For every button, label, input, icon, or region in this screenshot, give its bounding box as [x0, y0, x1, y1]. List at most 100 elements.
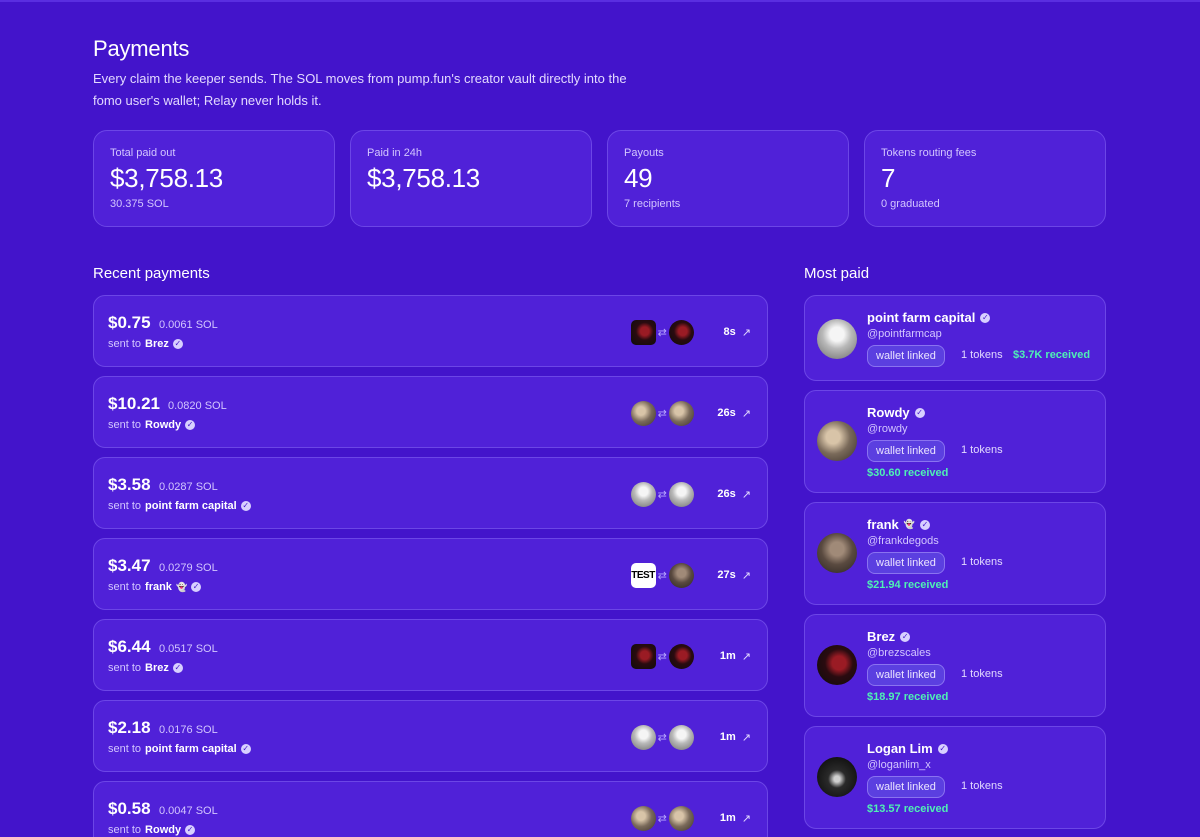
payment-sol: 0.0279 SOL	[159, 562, 218, 574]
payment-row[interactable]: $10.21 0.0820 SOL sent to Rowdy ✓ ⇄ 26s ↗	[93, 376, 768, 448]
user-tokens: 1 tokens	[961, 444, 1003, 456]
verified-check-icon: ✓	[172, 663, 183, 673]
avatar	[630, 319, 656, 345]
payment-row[interactable]: $3.47 0.0279 SOL sent to frank 👻 ✓ TEST ⇄ 27s ↗	[93, 538, 768, 610]
verified-check-icon: ✓	[172, 339, 183, 349]
payment-amount: $3.47	[108, 556, 151, 575]
wallet-linked-badge: wallet linked	[867, 776, 945, 798]
user-name: point farm capital ✓	[867, 310, 991, 325]
verified-check-icon: ✓	[900, 631, 911, 642]
verified-check-icon: ✓	[920, 519, 931, 530]
payment-sol: 0.0061 SOL	[159, 319, 218, 331]
user-handle: @rowdy	[867, 423, 908, 435]
user-received: $21.94 received	[867, 579, 949, 591]
recipient-name[interactable]: point farm capital	[145, 743, 237, 755]
verified-check-icon: ✓	[914, 407, 925, 418]
external-link-arrow-icon[interactable]: ↗	[742, 650, 751, 663]
user-tokens: 1 tokens	[961, 780, 1003, 792]
payment-row[interactable]: $3.58 0.0287 SOL sent to point farm capital…	[93, 457, 768, 529]
avatar	[668, 481, 694, 507]
payment-recipient: sent to frank 👻 ✓	[108, 581, 202, 593]
external-link-arrow-icon[interactable]: ↗	[742, 326, 751, 339]
external-link-arrow-icon[interactable]: ↗	[742, 812, 751, 825]
user-handle: @pointfarmcap	[867, 328, 942, 340]
recipient-name[interactable]: Rowdy	[145, 419, 181, 431]
avatar	[668, 562, 694, 588]
recent-payments-title: Recent payments	[93, 265, 210, 282]
verified-check-icon: ✓	[937, 743, 948, 754]
most-paid-card[interactable]: Rowdy ✓ @rowdy wallet linked 1 tokens $30.60 …	[804, 390, 1106, 493]
sent-to-label: sent to	[108, 338, 142, 350]
verified-check-icon: ✓	[191, 582, 202, 592]
most-paid-card[interactable]: Logan Lim ✓ @loganlim_x wallet linked 1 toke…	[804, 726, 1106, 829]
payment-time: 26s	[717, 488, 736, 500]
recipient-name[interactable]: point farm capital	[145, 500, 237, 512]
most-paid-card[interactable]: Brez ✓ @brezscales wallet linked 1 tokens $18…	[804, 614, 1106, 717]
recipient-name[interactable]: Rowdy	[145, 824, 181, 836]
avatar	[668, 724, 694, 750]
user-name: frank 👻 ✓	[867, 517, 931, 532]
user-avatar	[817, 319, 857, 359]
payment-time: 26s	[717, 407, 736, 419]
payment-route: TEST ⇄ 27s ↗	[630, 562, 751, 588]
stat-value: $3,758.13	[367, 163, 480, 193]
external-link-arrow-icon[interactable]: ↗	[742, 569, 751, 582]
payment-row[interactable]: $2.18 0.0176 SOL sent to point farm capital…	[93, 700, 768, 772]
stat-sub: 0 graduated	[881, 198, 940, 210]
sent-to-label: sent to	[108, 662, 142, 674]
payment-sol: 0.0820 SOL	[168, 400, 227, 412]
user-tokens: 1 tokens	[961, 349, 1003, 361]
user-tokens: 1 tokens	[961, 556, 1003, 568]
payment-row[interactable]: $0.58 0.0047 SOL sent to Rowdy ✓ ⇄ 1m ↗	[93, 781, 768, 837]
payment-route: ⇄ 26s ↗	[630, 481, 751, 507]
recipient-name[interactable]: Brez	[145, 338, 169, 350]
swap-arrows-icon: ⇄	[657, 731, 667, 744]
avatar	[630, 643, 656, 669]
wallet-linked-badge: wallet linked	[867, 664, 945, 686]
user-name-text: point farm capital	[867, 310, 976, 325]
user-handle: @brezscales	[867, 647, 931, 659]
payment-row[interactable]: $6.44 0.0517 SOL sent to Brez ✓ ⇄ 1m ↗	[93, 619, 768, 691]
payment-route: ⇄ 1m ↗	[630, 643, 751, 669]
payment-time: 1m	[719, 650, 736, 662]
recipient-name[interactable]: Brez	[145, 662, 169, 674]
user-name: Brez ✓	[867, 629, 911, 644]
stat-card-total-paid: Total paid out $3,758.13 30.375 SOL	[93, 130, 335, 227]
payment-row[interactable]: $0.75 0.0061 SOL sent to Brez ✓ ⇄ 8s ↗	[93, 295, 768, 367]
user-received: $30.60 received	[867, 467, 949, 479]
user-handle: @loganlim_x	[867, 759, 931, 771]
external-link-arrow-icon[interactable]: ↗	[742, 731, 751, 744]
most-paid-card[interactable]: frank 👻 ✓ @frankdegods wallet linked 1 tokens…	[804, 502, 1106, 605]
avatar	[668, 643, 694, 669]
verified-check-icon: ✓	[240, 744, 251, 754]
user-handle: @frankdegods	[867, 535, 939, 547]
recent-payments-list: $0.75 0.0061 SOL sent to Brez ✓ ⇄ 8s ↗ $10.21 0.0…	[93, 295, 768, 837]
most-paid-card[interactable]: point farm capital ✓ @pointfarmcap wallet l…	[804, 295, 1106, 381]
payment-recipient: sent to point farm capital ✓	[108, 500, 251, 512]
swap-arrows-icon: ⇄	[657, 407, 667, 420]
swap-arrows-icon: ⇄	[657, 812, 667, 825]
payment-route: ⇄ 1m ↗	[630, 805, 751, 831]
payment-recipient: sent to Rowdy ✓	[108, 419, 196, 431]
payment-recipient: sent to Brez ✓	[108, 338, 183, 350]
recipient-name[interactable]: frank	[145, 581, 172, 593]
user-avatar	[817, 421, 857, 461]
verified-check-icon: ✓	[980, 312, 991, 323]
wallet-linked-badge: wallet linked	[867, 440, 945, 462]
user-name: Rowdy ✓	[867, 405, 925, 420]
stat-sub: 7 recipients	[624, 198, 681, 210]
external-link-arrow-icon[interactable]: ↗	[742, 488, 751, 501]
ghost-icon: 👻	[903, 519, 916, 529]
user-tokens: 1 tokens	[961, 668, 1003, 680]
payment-recipient: sent to Rowdy ✓	[108, 824, 196, 836]
user-received: $13.57 received	[867, 803, 949, 815]
sent-to-label: sent to	[108, 500, 142, 512]
external-link-arrow-icon[interactable]: ↗	[742, 407, 751, 420]
payment-route: ⇄ 8s ↗	[630, 319, 751, 345]
avatar	[630, 400, 656, 426]
avatar: TEST	[630, 562, 656, 588]
avatar	[668, 805, 694, 831]
payment-route: ⇄ 1m ↗	[630, 724, 751, 750]
stat-value: 7	[881, 163, 896, 193]
stat-label: Tokens routing fees	[881, 147, 977, 159]
